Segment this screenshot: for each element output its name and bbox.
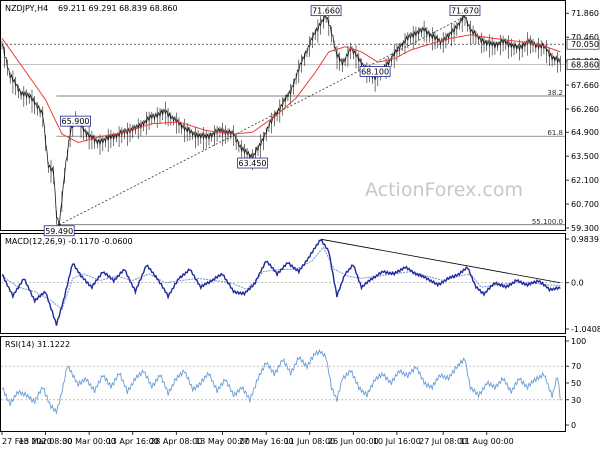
rsi-y-tick-label: 50 bbox=[571, 379, 581, 388]
price-annotation: 71.670 bbox=[451, 6, 479, 15]
macd-y-tick-label: 0.9839 bbox=[571, 235, 599, 244]
price-y-tick-label: 60.700 bbox=[571, 200, 599, 209]
x-tick-label: 11 Aug 00:00 bbox=[460, 437, 514, 446]
rsi-y-tick-label: 30 bbox=[571, 396, 581, 405]
macd-y-tick-label: -1.0408 bbox=[571, 325, 600, 334]
price-annotation: 71.660 bbox=[312, 7, 340, 16]
rsi-y-tick-label: 70 bbox=[571, 362, 581, 371]
macd-panel-frame bbox=[0, 233, 566, 334]
x-tick-label: 26 Jun 00:00 bbox=[328, 437, 379, 446]
x-tick-label: 10 Jul 16:00 bbox=[373, 437, 421, 446]
price-y-tick-label: 64.900 bbox=[571, 128, 599, 137]
watermark: ActionForex.com bbox=[365, 179, 523, 201]
price-y-tick-label: 62.100 bbox=[571, 176, 599, 185]
price-annotation: 59.490 bbox=[45, 227, 73, 236]
price-annotation: 65.900 bbox=[62, 117, 90, 126]
rsi-panel-frame bbox=[0, 336, 566, 432]
rsi-y-tick-label: 0 bbox=[571, 421, 576, 430]
y-axis-labels: 71.86070.46069.06067.66066.26064.90063.5… bbox=[565, 9, 600, 430]
fib-label: 38.2 bbox=[547, 89, 563, 97]
upper-price-label: 70.050 bbox=[571, 40, 599, 49]
price-y-tick-label: 66.260 bbox=[571, 105, 599, 114]
price-annotation: 68.100 bbox=[361, 68, 389, 77]
price-title: NZDJPY,H4 bbox=[5, 4, 48, 13]
ohlc-readout: 69.211 69.291 68.839 68.860 bbox=[58, 4, 178, 13]
rsi-title: RSI(14) 31.1222 bbox=[5, 340, 70, 349]
fib-label: 61.8 bbox=[547, 129, 563, 137]
price-y-tick-label: 71.860 bbox=[571, 9, 599, 18]
price-y-tick-label: 63.500 bbox=[571, 152, 599, 161]
price-y-tick-label: 59.300 bbox=[571, 224, 599, 233]
nzdjpy-chart: ActionForex.com NZDJPY,H4 69.211 69.291 … bbox=[0, 0, 600, 446]
rsi-y-tick-label: 100 bbox=[571, 337, 586, 346]
macd-title: MACD(12,26,9) -0.1170 -0.0600 bbox=[5, 237, 133, 246]
x-axis-labels: 27 Feb 202013 Mar 08:0030 Mar 00:0013 Ap… bbox=[1, 431, 514, 446]
price-y-tick-label: 67.660 bbox=[571, 81, 599, 90]
macd-y-tick-label: 0.0 bbox=[571, 279, 584, 288]
current-price-label: 68.860 bbox=[571, 61, 599, 70]
price-annotation: 63.450 bbox=[239, 159, 267, 168]
fib-label: 55.100.0 bbox=[532, 218, 563, 226]
